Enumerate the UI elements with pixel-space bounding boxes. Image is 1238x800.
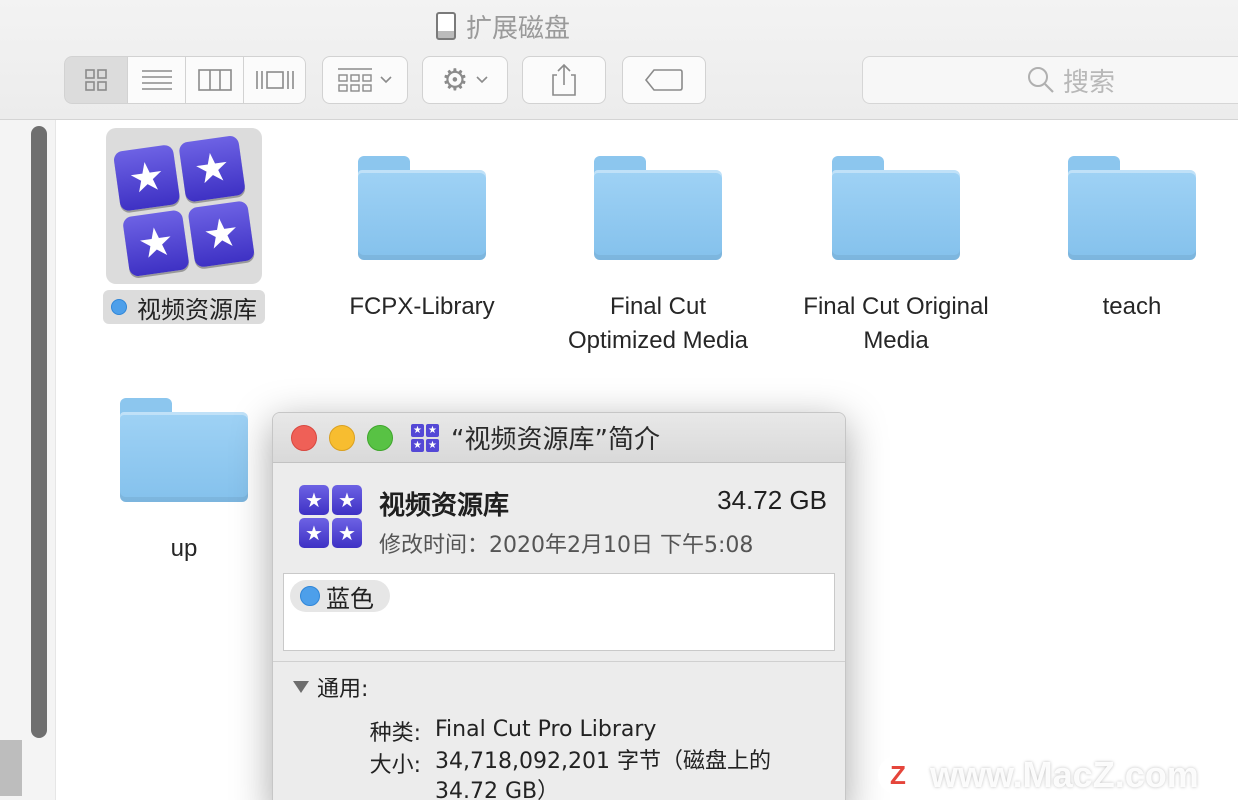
chevron-down-icon (380, 76, 392, 84)
blue-tag-dot (111, 299, 127, 315)
file-item-up[interactable]: up (74, 398, 294, 566)
search-icon (1028, 67, 1054, 93)
window-title-text: 扩展磁盘 (466, 13, 571, 44)
gallery-view-button[interactable] (244, 56, 306, 104)
gear-icon: ⚙ (441, 62, 469, 98)
file-label: FCPX-Library (349, 293, 495, 320)
general-section-label: 通用: (317, 677, 369, 702)
file-label: Final Cut (609, 293, 707, 320)
size-value: 34,718,092,201 字节（磁盘上的 34.72 GB） (435, 749, 771, 800)
file-item-original-media[interactable]: Final Cut Original Media (786, 156, 1006, 358)
file-item-optimized-media[interactable]: Final Cut Optimized Media (548, 156, 768, 358)
file-label: up (170, 535, 198, 562)
file-label-selected: 视频资源库 (103, 290, 265, 324)
library-icon: ★ ★ ★ ★ (299, 485, 362, 548)
folder-icon (358, 156, 486, 260)
tag-chip-blue[interactable]: 蓝色 (290, 580, 390, 613)
view-mode-buttons (64, 56, 306, 104)
folder-icon (832, 156, 960, 260)
watermark: Z www.MacZ.com (878, 754, 1199, 796)
tags-field[interactable]: 蓝色 (283, 573, 835, 651)
tag-button[interactable] (622, 56, 706, 104)
share-button[interactable] (522, 56, 606, 104)
watermark-text: www.MacZ.com (930, 754, 1199, 795)
folder-icon (120, 398, 248, 502)
info-titlebar[interactable]: ★ ★ ★ ★ “视频资源库”简介 (273, 413, 845, 463)
tag-label: 蓝色 (326, 584, 374, 613)
file-label-line2: Media (863, 327, 929, 354)
file-label-line2: Optimized Media (567, 327, 749, 354)
divider (273, 661, 845, 662)
external-disk-icon (436, 12, 456, 40)
info-modified-date: 修改时间：2020年2月10日 下午5:08 (379, 533, 754, 558)
library-mini-icon: ★ ★ ★ ★ (411, 423, 439, 452)
column-view-button[interactable] (186, 56, 244, 104)
group-button[interactable] (322, 56, 408, 104)
size-label: 大小: (369, 753, 421, 778)
list-view-icon (141, 70, 172, 90)
file-item-teach[interactable]: teach (1022, 156, 1238, 324)
zoom-button[interactable] (367, 424, 393, 451)
kind-row: 种类: Final Cut Pro Library (351, 715, 815, 747)
file-item-fcpx-library[interactable]: FCPX-Library (312, 156, 532, 324)
file-label: Final Cut Original (803, 293, 989, 320)
sidebar-edge (0, 740, 22, 796)
sidebar-scrollbar[interactable] (31, 126, 47, 738)
chevron-down-icon (476, 76, 489, 84)
file-label: teach (1102, 293, 1162, 320)
folder-icon (1068, 156, 1196, 260)
list-view-button[interactable] (128, 56, 186, 104)
info-window-title: “视频资源库”简介 (451, 425, 660, 455)
info-file-size: 34.72 GB (717, 485, 827, 515)
finder-toolbar: 扩展磁盘 ⚙ 搜索 (0, 0, 1238, 120)
icon-view-icon (85, 69, 107, 91)
action-button[interactable]: ⚙ (422, 56, 508, 104)
watermark-logo-icon: Z (878, 755, 918, 795)
group-icon (338, 68, 372, 92)
icon-view-button[interactable] (64, 56, 128, 104)
info-header: ★ ★ ★ ★ 视频资源库 34.72 GB 修改时间：2020年2月10日 下午5:… (273, 463, 845, 563)
gallery-view-icon (255, 71, 294, 89)
window-title: 扩展磁盘 (436, 8, 570, 44)
close-button[interactable] (291, 424, 317, 451)
search-field[interactable]: 搜索 (862, 56, 1238, 104)
size-row: 大小: 34,718,092,201 字节（磁盘上的 34.72 GB） (351, 747, 815, 800)
minimize-button[interactable] (329, 424, 355, 451)
kind-label: 种类: (369, 721, 421, 746)
tag-icon (644, 69, 683, 91)
folder-icon (594, 156, 722, 260)
get-info-window: ★ ★ ★ ★ “视频资源库”简介 ★ ★ ★ ★ 视频资源库 34.72 GB 修改时间：… (272, 412, 846, 800)
share-icon (552, 63, 576, 96)
general-section-toggle[interactable]: 通用: (293, 671, 368, 703)
file-item-video-library[interactable]: ★ ★ ★ ★ 视频资源库 (74, 128, 294, 324)
disclosure-triangle-icon (293, 681, 309, 693)
column-view-icon (197, 69, 232, 91)
kind-value: Final Cut Pro Library (435, 717, 657, 742)
final-cut-library-icon: ★ ★ ★ ★ (106, 128, 262, 284)
search-placeholder: 搜索 (1063, 67, 1116, 98)
blue-tag-dot (300, 586, 320, 606)
info-file-name: 视频资源库 (379, 491, 510, 521)
sidebar-scroll-track (0, 120, 56, 800)
